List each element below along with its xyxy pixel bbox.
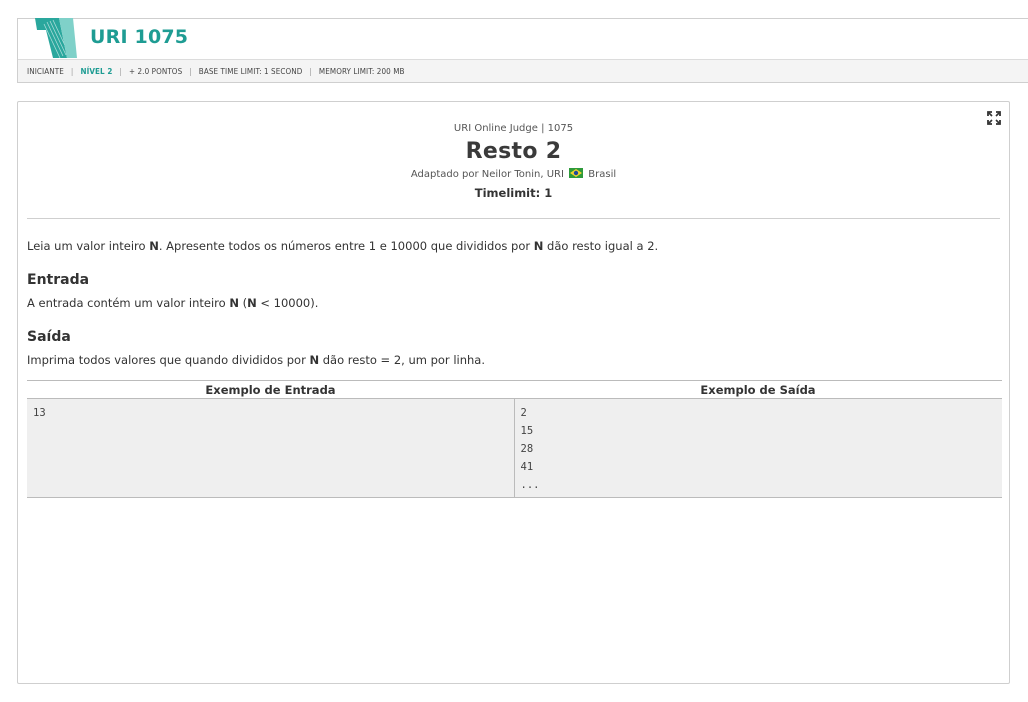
examples-header-row: Exemplo de Entrada Exemplo de Saída [27, 380, 1002, 399]
author-line: Adaptado por Neilor Tonin, URI Brasil [18, 168, 1009, 180]
divider [27, 218, 1000, 219]
description-text: . Apresente todos os números entre 1 e 1… [158, 239, 534, 253]
input-text: A entrada contém um valor inteiro [27, 296, 230, 310]
problem-description: Leia um valor inteiro N. Apresente todos… [27, 239, 1000, 253]
example-output-cell[interactable]: 2 15 28 41... [514, 398, 1002, 498]
examples-row: 13 2 15 28 41... [27, 398, 1002, 498]
uri-logo-icon [33, 18, 79, 60]
example-line: 15 [520, 425, 534, 437]
meta-item: BASE TIME LIMIT: 1 SECOND [198, 66, 303, 76]
example-line: ... [520, 479, 540, 491]
input-var: N [247, 296, 257, 310]
author-text: Adaptado por Neilor Tonin, URI [410, 169, 564, 180]
meta-separator: | [119, 66, 122, 76]
expand-icon[interactable] [987, 110, 1001, 125]
problem-header: URI 1075 INICIANTE | NÍVEL 2 | + 2.0 PONTOS |… [17, 18, 1028, 83]
description-text: Leia um valor inteiro [27, 239, 150, 253]
output-section-text: Imprima todos valores que quando dividid… [27, 353, 1000, 367]
brazil-flag-icon [569, 168, 584, 178]
example-input-cell[interactable]: 13 [27, 398, 515, 498]
header-top: URI 1075 [18, 18, 1028, 60]
description-var: N [149, 239, 159, 253]
example-line: 13 [33, 407, 46, 419]
meta-separator: | [309, 66, 312, 76]
example-line: 28 [520, 443, 534, 455]
problem-title: Resto 2 [465, 139, 562, 164]
output-var: N [309, 353, 320, 367]
judge-label: URI Online Judge | 1075 [453, 123, 574, 134]
output-text: Imprima todos valores que quando dividid… [27, 353, 310, 367]
example-output-header: Exemplo de Saída [514, 380, 1002, 399]
problem-panel: URI Online Judge | 1075 Resto 2 Adaptado… [17, 101, 1010, 684]
output-text: dão resto = 2, um por linha. [319, 353, 485, 367]
timelimit-label: Timelimit: 1 [474, 186, 553, 200]
meta-item: INICIANTE [27, 66, 64, 76]
input-text: < 10000). [256, 296, 319, 310]
problem-heading: URI Online Judge | 1075 Resto 2 Adaptado… [18, 123, 1009, 200]
meta-item: + 2.0 PONTOS [128, 66, 183, 76]
input-var: N [229, 296, 239, 310]
country-label: Brasil [588, 169, 617, 180]
example-line: 41 [520, 461, 534, 473]
meta-item: MEMORY LIMIT: 200 MB [318, 66, 405, 76]
example-input-header: Exemplo de Entrada [27, 380, 514, 399]
example-line: 2 [520, 407, 527, 419]
page-title: URI 1075 [90, 26, 189, 48]
input-section-title: Entrada [27, 272, 90, 288]
meta-separator: | [189, 66, 192, 76]
meta-item: NÍVEL 2 [80, 66, 113, 76]
input-section-text: A entrada contém um valor inteiro N (N <… [27, 296, 1000, 310]
description-var: N [533, 239, 544, 253]
problem-meta-bar: INICIANTE | NÍVEL 2 | + 2.0 PONTOS | BASE TIME… [18, 60, 1028, 82]
description-text: dão resto igual a 2. [543, 239, 659, 253]
input-text: ( [238, 296, 248, 310]
examples-table: Exemplo de Entrada Exemplo de Saída 13 2… [27, 380, 1002, 498]
meta-separator: | [70, 66, 74, 76]
output-section-title: Saída [27, 329, 71, 345]
problem-body: Leia um valor inteiro N. Apresente todos… [18, 239, 1009, 498]
